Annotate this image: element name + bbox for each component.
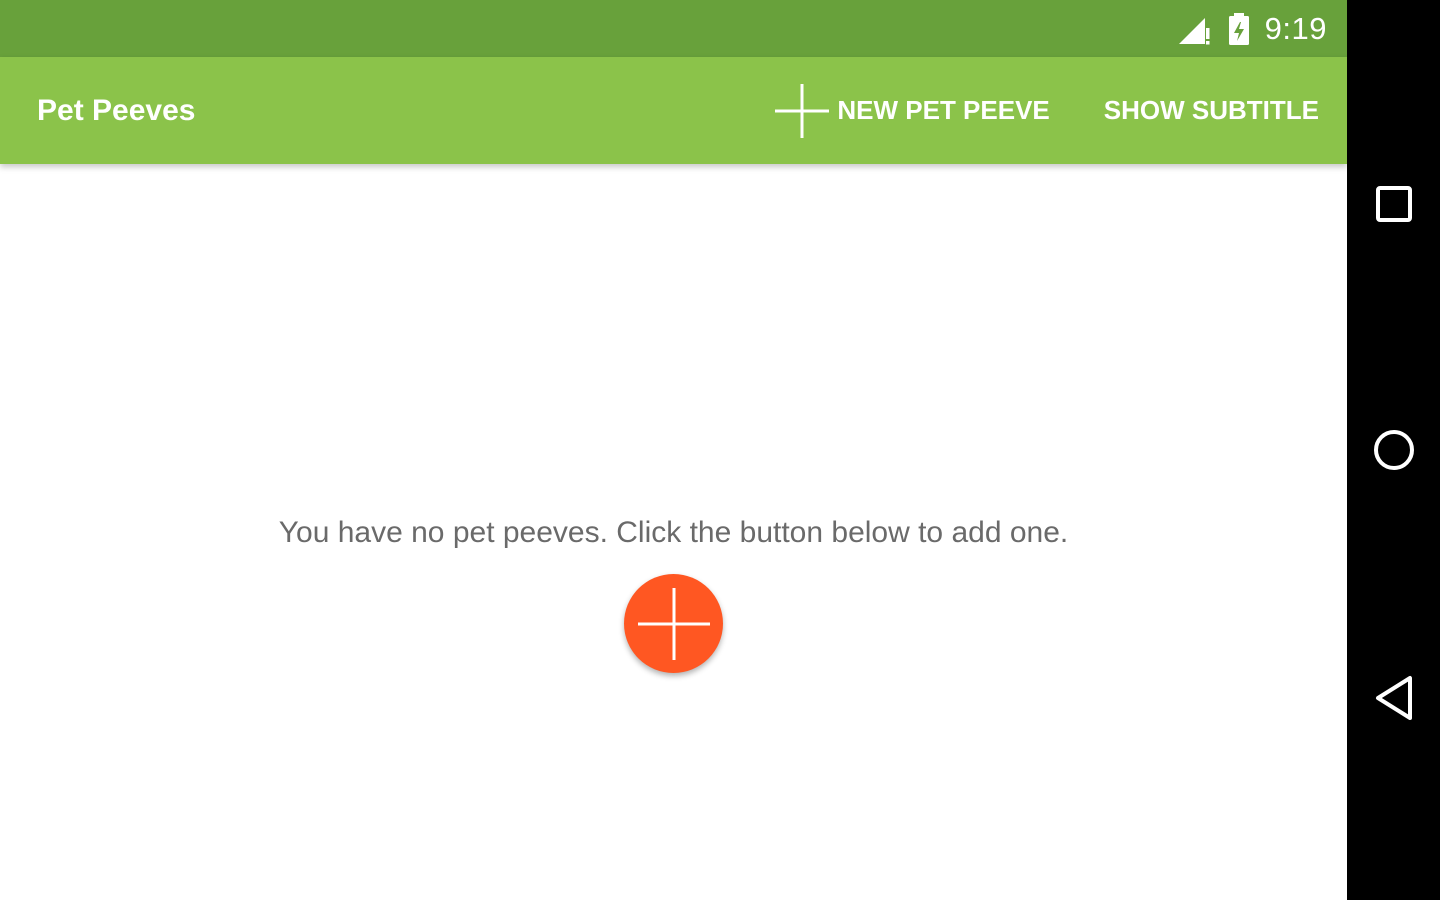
show-subtitle-button[interactable]: SHOW SUBTITLE xyxy=(1104,95,1319,126)
recents-icon xyxy=(1375,186,1412,222)
app-bar: Pet Peeves NEW PET PEEVE SHOW SUBTITLE xyxy=(0,57,1347,164)
status-time: 9:19 xyxy=(1264,10,1327,46)
back-button[interactable] xyxy=(1347,672,1440,724)
navigation-bar xyxy=(1347,0,1440,900)
android-screen: 9:19 Pet Peeves NEW PET PEEVE SHOW SUBTI… xyxy=(0,0,1440,900)
empty-state-message: You have no pet peeves. Click the button… xyxy=(278,516,1069,549)
home-button[interactable] xyxy=(1347,424,1440,476)
show-subtitle-label: SHOW SUBTITLE xyxy=(1103,95,1319,125)
plus-icon xyxy=(637,587,710,660)
recents-button[interactable] xyxy=(1347,178,1440,230)
main-content: You have no pet peeves. Click the button… xyxy=(0,164,1347,900)
new-pet-peeve-button[interactable]: NEW PET PEEVE xyxy=(775,83,1050,138)
home-icon xyxy=(1373,430,1414,470)
new-pet-peeve-label: NEW PET PEEVE xyxy=(837,95,1050,125)
status-bar: 9:19 xyxy=(0,0,1347,57)
back-icon xyxy=(1375,676,1412,720)
signal-icon xyxy=(1178,17,1210,44)
battery-icon xyxy=(1228,12,1249,45)
app-title: Pet Peeves xyxy=(37,93,196,127)
add-pet-peeve-fab[interactable] xyxy=(624,574,723,673)
plus-icon xyxy=(775,83,830,138)
